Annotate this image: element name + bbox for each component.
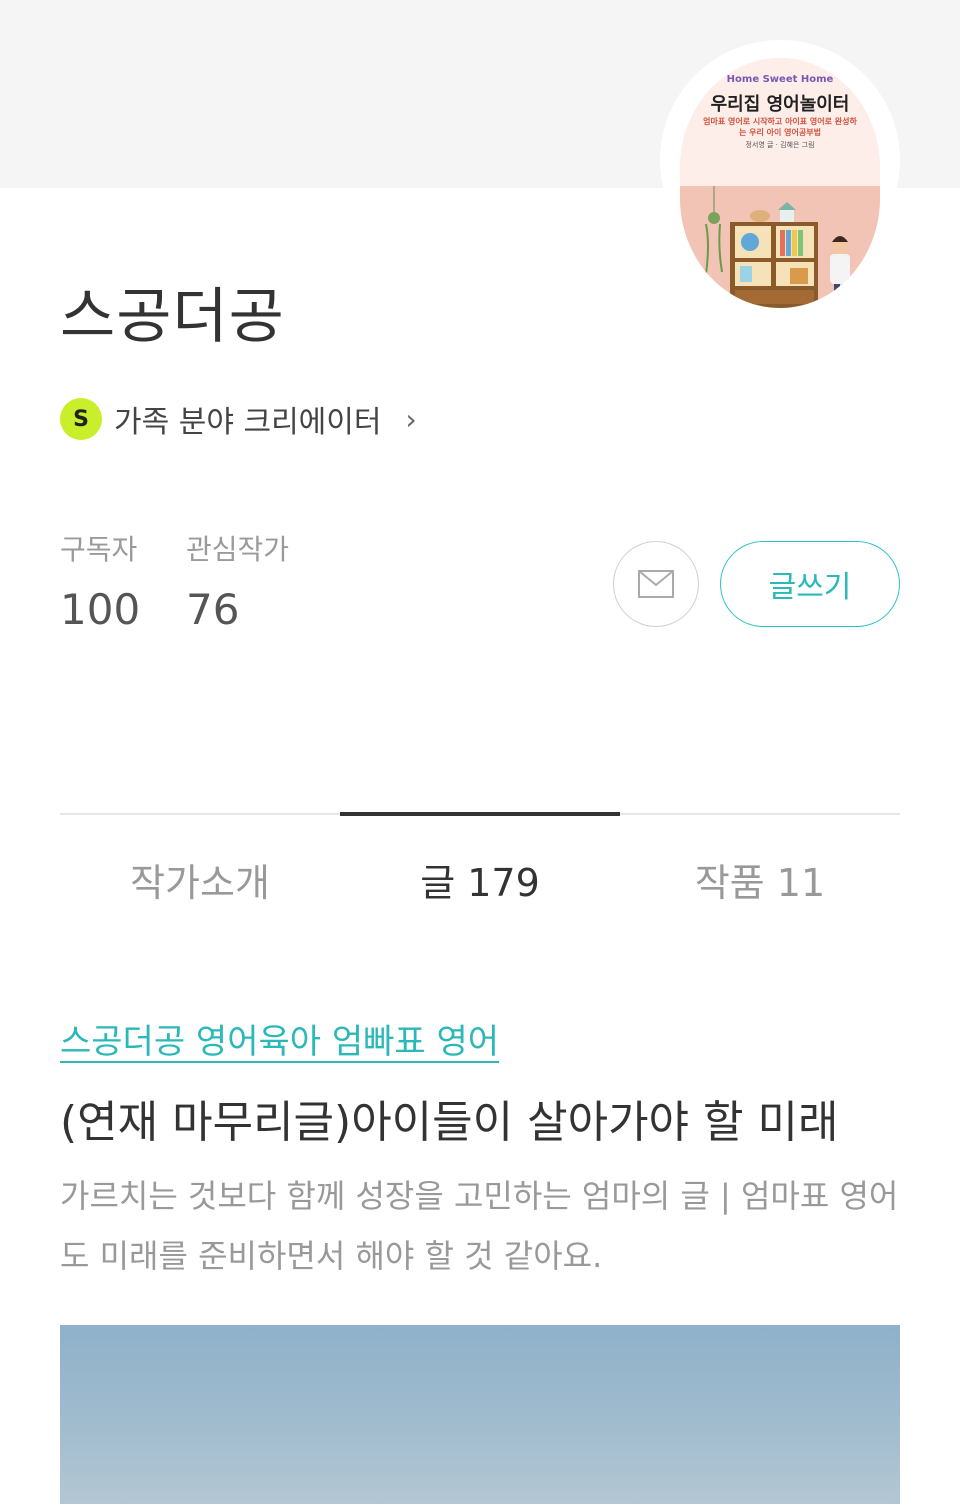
post-thumbnail[interactable] <box>60 1325 900 1504</box>
tab-posts[interactable]: 글 179 <box>340 852 620 907</box>
author-name: 스공더공 <box>60 282 285 352</box>
chevron-right-icon: › <box>405 402 417 436</box>
subscribers-count[interactable]: 100 <box>60 585 140 634</box>
author-category-label: 가족 분야 크리에이터 <box>114 405 382 440</box>
tab-works[interactable]: 작품 11 <box>620 852 900 907</box>
book-cover-authors: 정서영 글 · 김혜은 그림 <box>745 141 815 149</box>
post-magazine-link[interactable]: 스공더공 영어육아 엄빠표 영어 <box>60 1014 499 1063</box>
envelope-icon <box>638 570 674 598</box>
book-cover-description: 엄마표 영어로 시작하고 아이표 영어로 완성하는 우리 아이 영어공부법 <box>703 117 857 137</box>
mail-button[interactable] <box>613 541 699 627</box>
active-tab-indicator <box>340 812 620 816</box>
post-title[interactable]: (연재 마무리글)아이들이 살아가야 할 미래 <box>60 1086 920 1150</box>
following-count[interactable]: 76 <box>186 585 239 634</box>
bookshelf-illustration <box>705 186 850 308</box>
profile-image[interactable]: Home Sweet Home 우리집 영어놀이터 엄마표 영어로 시작하고 아… <box>680 58 880 308</box>
book-cover-title: 우리집 영어놀이터 <box>710 94 850 115</box>
write-button[interactable]: 글쓰기 <box>720 541 900 627</box>
creator-badge-icon: S <box>60 398 102 440</box>
author-category-link[interactable]: S 가족 분야 크리에이터 › <box>60 398 417 440</box>
subscribers-label: 구독자 <box>60 533 138 566</box>
tab-author-intro[interactable]: 작가소개 <box>60 852 340 907</box>
book-cover-subtitle: Home Sweet Home <box>726 74 834 85</box>
post-excerpt[interactable]: 가르치는 것보다 함께 성장을 고민하는 엄마의 글 | 엄마표 영어도 미래를… <box>60 1166 900 1286</box>
following-label: 관심작가 <box>186 533 290 566</box>
